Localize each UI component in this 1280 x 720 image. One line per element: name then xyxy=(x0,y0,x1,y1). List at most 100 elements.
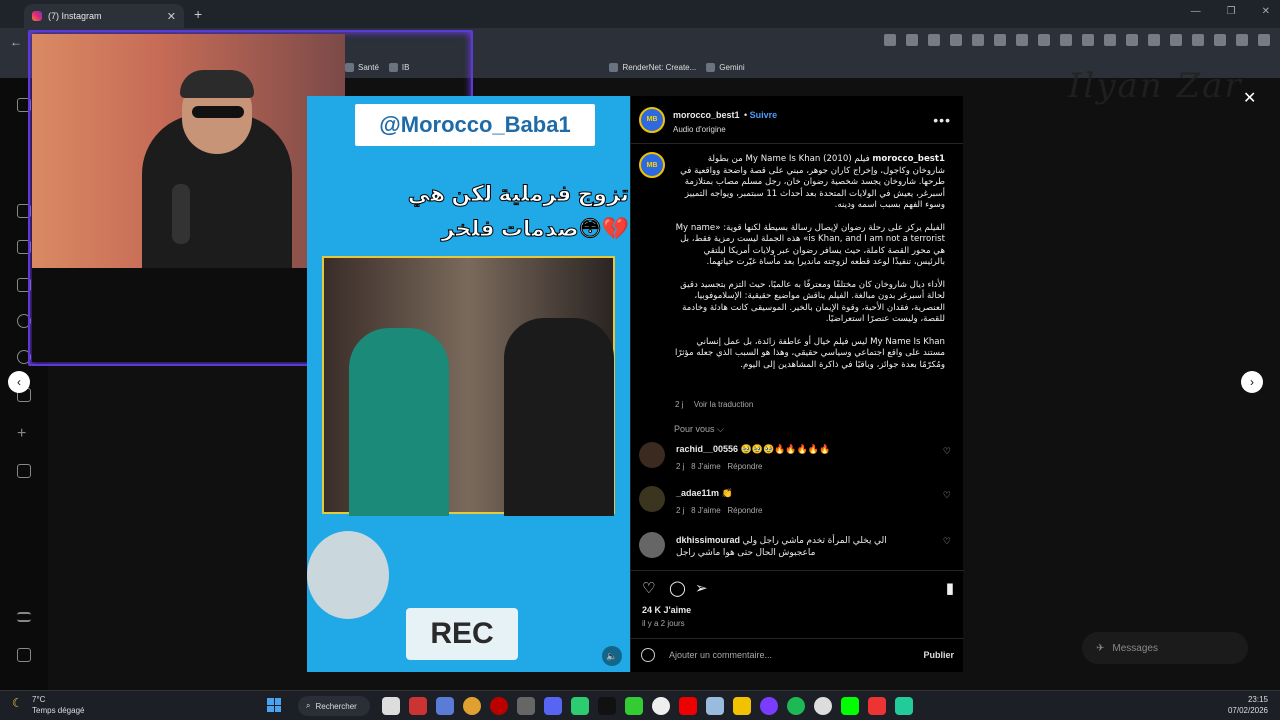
app-icon[interactable] xyxy=(868,697,886,715)
likes-count[interactable]: 24 K J'aime xyxy=(642,605,691,615)
close-modal-icon[interactable]: ✕ xyxy=(1243,88,1256,108)
minimize-icon[interactable]: — xyxy=(1191,6,1201,17)
video-caption-text: تزوج فرملية لكن هي صدمات فلخر😳💔 xyxy=(407,180,629,242)
extension-icon[interactable] xyxy=(928,34,940,46)
publish-button[interactable]: Publier xyxy=(923,650,954,660)
app-icon[interactable] xyxy=(814,697,832,715)
commenter-avatar[interactable] xyxy=(639,532,665,558)
comment-text: 🥹🥹🥹🔥🔥🔥🔥🔥 xyxy=(740,444,831,454)
extension-icon[interactable] xyxy=(1236,34,1248,46)
reply-button[interactable]: Répondre xyxy=(727,506,762,515)
tab-title: (7) Instagram xyxy=(48,11,102,21)
windows-taskbar: ☾ 7°C Temps dégagé ⌕ Rechercher 23:15 07… xyxy=(0,690,1280,720)
share-icon[interactable]: ➢ xyxy=(695,579,708,597)
threads-icon[interactable] xyxy=(17,502,31,516)
extension-icon[interactable] xyxy=(1126,34,1138,46)
commenter-avatar[interactable] xyxy=(639,442,665,468)
mute-icon[interactable]: 🔈 xyxy=(602,646,622,666)
emoji-icon[interactable] xyxy=(641,648,655,662)
settings-icon[interactable] xyxy=(436,697,454,715)
messages-button[interactable]: ✈ Messages xyxy=(1082,632,1248,664)
app-icon[interactable] xyxy=(652,697,670,715)
author-avatar[interactable]: MB xyxy=(639,106,665,133)
bookmark-gemini[interactable]: Gemini xyxy=(706,62,745,72)
maximize-icon[interactable]: ❐ xyxy=(1227,6,1236,17)
reply-button[interactable]: Répondre xyxy=(727,462,762,471)
extension-icon[interactable] xyxy=(1192,34,1204,46)
comments-sort[interactable]: Pour vous ⌵ xyxy=(674,424,724,435)
prev-post-button[interactable]: ‹ xyxy=(8,371,30,393)
comment-item: dkhissimourad الي يخلي المرأة تخدم ماشي … xyxy=(639,532,955,568)
reel-video[interactable]: @Morocco_Baba1 تزوج فرملية لكن هي صدمات … xyxy=(307,96,630,672)
extension-icon[interactable] xyxy=(884,34,896,46)
new-tab-button[interactable]: + xyxy=(194,6,202,22)
taskview-icon[interactable] xyxy=(382,697,400,715)
comment-username[interactable]: dkhissimourad xyxy=(676,535,740,545)
video-banner: @Morocco_Baba1 xyxy=(355,104,595,146)
folder-icon[interactable] xyxy=(733,697,751,715)
extension-icon[interactable] xyxy=(1214,34,1226,46)
tab-close-icon[interactable]: ✕ xyxy=(167,10,176,23)
create-icon[interactable]: + xyxy=(17,426,31,442)
bookmark-label: Gemini xyxy=(719,62,745,72)
opera-icon[interactable] xyxy=(490,697,508,715)
more-options-icon[interactable]: ••• xyxy=(933,112,951,128)
app-icon[interactable] xyxy=(409,697,427,715)
back-button[interactable]: ← xyxy=(10,35,22,49)
comment-icon[interactable]: ◯ xyxy=(669,579,686,597)
extension-icon[interactable] xyxy=(994,34,1006,46)
notepad-icon[interactable] xyxy=(706,697,724,715)
caption-avatar[interactable]: MB xyxy=(639,152,665,178)
app-icon[interactable] xyxy=(760,697,778,715)
comment-heart-icon[interactable]: ♡ xyxy=(943,490,951,501)
meta-icon[interactable] xyxy=(17,648,31,662)
obs-icon[interactable] xyxy=(517,697,535,715)
app-icon[interactable] xyxy=(625,697,643,715)
tab-instagram[interactable]: (7) Instagram ✕ xyxy=(24,4,184,28)
menu-icon[interactable] xyxy=(17,612,31,622)
app-icon[interactable] xyxy=(571,697,589,715)
weather-widget[interactable]: ☾ 7°C Temps dégagé xyxy=(12,694,84,716)
comment-heart-icon[interactable]: ♡ xyxy=(943,536,951,547)
comment-likes[interactable]: 8 J'aime xyxy=(691,506,721,515)
extension-icon[interactable] xyxy=(972,34,984,46)
save-icon[interactable]: ▮ xyxy=(946,579,954,597)
youtube-icon[interactable] xyxy=(679,697,697,715)
extension-icon[interactable] xyxy=(1170,34,1182,46)
caption-time: 2 j xyxy=(675,400,684,409)
extension-icon[interactable] xyxy=(1258,34,1270,46)
taskbar-search[interactable]: ⌕ Rechercher xyxy=(298,696,370,716)
comment-username[interactable]: _adae11m xyxy=(676,488,719,498)
chrome-icon[interactable] xyxy=(463,697,481,715)
like-icon[interactable]: ♡ xyxy=(642,579,655,597)
app-icon[interactable] xyxy=(895,697,913,715)
author-username[interactable]: morocco_best1 xyxy=(673,110,740,120)
extension-icon[interactable] xyxy=(906,34,918,46)
next-post-button[interactable]: › xyxy=(1241,371,1263,393)
tiktok-icon[interactable] xyxy=(598,697,616,715)
window-close-icon[interactable]: ✕ xyxy=(1262,6,1270,17)
commenter-avatar[interactable] xyxy=(639,486,665,512)
caption-username[interactable]: morocco_best1 xyxy=(872,154,945,164)
extension-icon[interactable] xyxy=(1148,34,1160,46)
audio-label[interactable]: Audio d'origine xyxy=(673,125,777,134)
dashboard-icon[interactable] xyxy=(17,464,31,478)
app-icon[interactable] xyxy=(841,697,859,715)
spotify-icon[interactable] xyxy=(787,697,805,715)
extension-icon[interactable] xyxy=(950,34,962,46)
comment-username[interactable]: rachid__00556 xyxy=(676,444,738,454)
start-button[interactable] xyxy=(267,698,281,712)
extension-icon[interactable] xyxy=(1060,34,1072,46)
follow-button[interactable]: Suivre xyxy=(750,110,778,120)
comment-likes[interactable]: 8 J'aime xyxy=(691,462,721,471)
extension-icon[interactable] xyxy=(1038,34,1050,46)
comment-input[interactable]: Ajouter un commentaire... xyxy=(669,650,772,660)
taskbar-clock[interactable]: 23:15 07/02/2026 xyxy=(1228,694,1268,716)
see-translation-link[interactable]: Voir la traduction xyxy=(694,400,754,409)
extension-icon[interactable] xyxy=(1016,34,1028,46)
extension-icon[interactable] xyxy=(1082,34,1094,46)
discord-icon[interactable] xyxy=(544,697,562,715)
comment-heart-icon[interactable]: ♡ xyxy=(943,446,951,457)
extension-icon[interactable] xyxy=(1104,34,1116,46)
bookmark-rendernet[interactable]: RenderNet: Create... xyxy=(609,62,696,72)
